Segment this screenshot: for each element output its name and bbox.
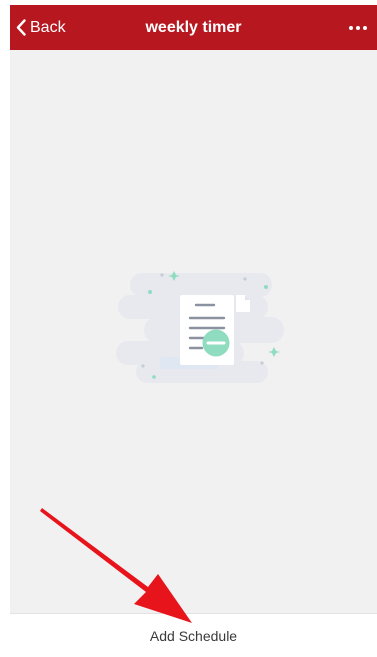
add-schedule-button[interactable]: Add Schedule: [10, 613, 377, 657]
ellipsis-icon: [349, 25, 367, 30]
schedule-list-empty: [10, 50, 377, 613]
add-schedule-label: Add Schedule: [149, 627, 238, 644]
empty-document-icon: [116, 271, 284, 383]
more-button[interactable]: [343, 5, 373, 50]
screen: Back weekly timer Add Schedule: [0, 0, 377, 657]
back-button[interactable]: Back: [16, 5, 66, 50]
nav-bar: Back weekly timer: [10, 5, 377, 50]
back-label: Back: [30, 18, 66, 36]
chevron-left-icon: [16, 19, 26, 36]
